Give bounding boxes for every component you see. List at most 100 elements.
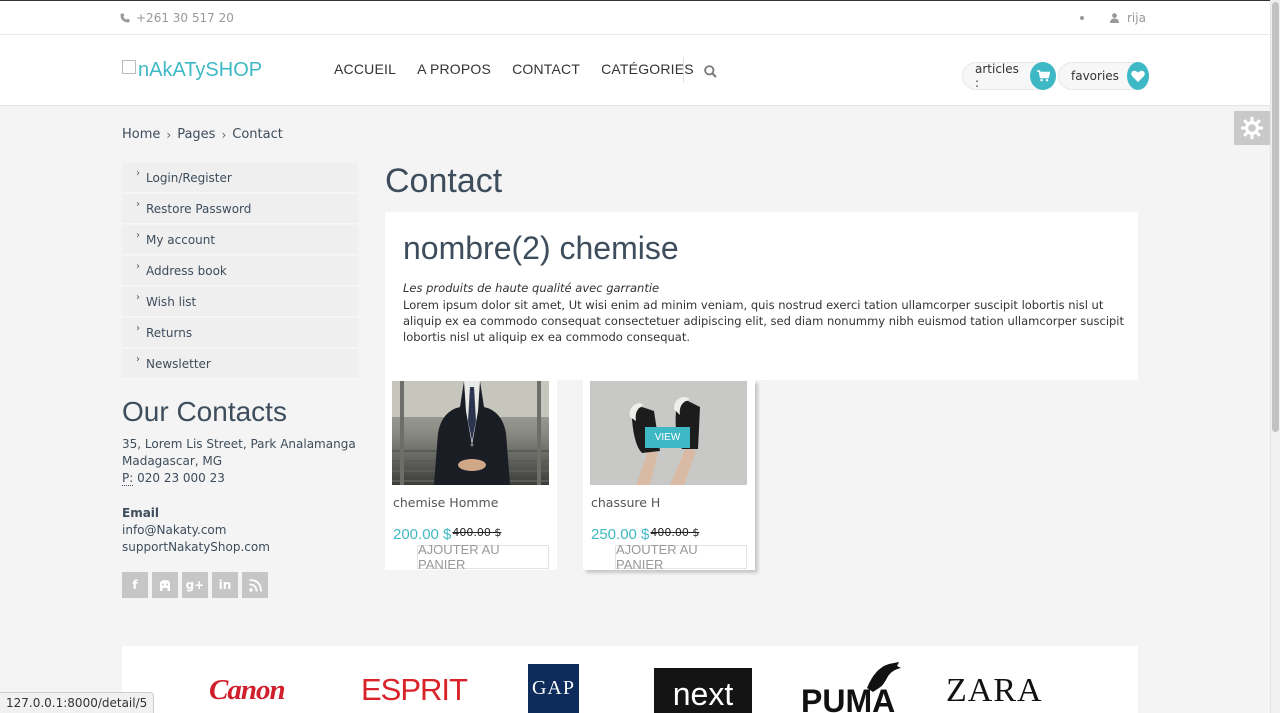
- current-price: 200.00 $: [393, 526, 452, 543]
- category-tagline: Les produits de haute qualité avec garra…: [403, 281, 660, 295]
- old-price: 400.00 $: [650, 526, 700, 539]
- add-to-cart-button[interactable]: AJOUTER AU PANIER: [615, 542, 747, 572]
- site-logo[interactable]: nAkATySHOP: [122, 59, 262, 82]
- browser-status-url: 127.0.0.1:8000/detail/5: [0, 692, 155, 713]
- user-icon: [1110, 13, 1119, 23]
- breadcrumb-current: Contact: [232, 127, 283, 142]
- settings-panel-toggle[interactable]: [1234, 111, 1270, 145]
- brand-logo-esprit[interactable]: ESPRIT: [361, 672, 468, 708]
- sidebar-item-address-book[interactable]: › Address book: [122, 256, 358, 286]
- broken-image-icon: [122, 59, 136, 74]
- sidebar-item-label: Restore Password: [146, 201, 252, 216]
- sidebar-item-restore-password[interactable]: › Restore Password: [122, 194, 358, 224]
- scrollbar-thumb[interactable]: [1272, 2, 1279, 432]
- phone-line: P: 020 23 000 23: [122, 470, 356, 487]
- contacts-heading: Our Contacts: [122, 396, 287, 427]
- cart-icon: [1036, 70, 1050, 82]
- chevron-right-icon: ›: [221, 127, 227, 142]
- nav-accueil[interactable]: ACCUEIL: [334, 61, 396, 77]
- brand-logo-puma[interactable]: PUMA: [801, 662, 905, 713]
- social-links: f g+ in: [122, 572, 268, 598]
- sidebar-item-label: Newsletter: [146, 356, 211, 371]
- sidebar-item-label: Wish list: [146, 294, 197, 309]
- chevron-right-icon: ›: [136, 292, 140, 303]
- sidebar-item-label: My account: [146, 232, 216, 247]
- linkedin-icon[interactable]: in: [212, 572, 238, 598]
- old-price: 400.00 $: [452, 526, 502, 539]
- product-card[interactable]: chemise Homme 200.00 $ 400.00 $ AJOUTER …: [385, 380, 557, 572]
- chevron-right-icon: ›: [136, 168, 140, 179]
- main-nav: ACCUEIL A PROPOS CONTACT CATÉGORIES: [334, 61, 715, 77]
- view-badge-button[interactable]: VIEW: [645, 427, 690, 448]
- brand-logo-gap[interactable]: GAP: [528, 664, 579, 713]
- logo-alt-text[interactable]: nAkATySHOP: [138, 59, 262, 82]
- favorites-button[interactable]: favories: [1058, 62, 1149, 90]
- favorites-label: favories: [1071, 69, 1119, 83]
- puma-wordmark: PUMA: [801, 683, 895, 713]
- product-image-suit[interactable]: [392, 381, 549, 485]
- phone-icon: [120, 13, 130, 23]
- username[interactable]: rija: [1127, 11, 1146, 25]
- sidebar-item-login[interactable]: › Login/Register: [122, 163, 358, 193]
- breadcrumb: Home › Pages › Contact: [122, 127, 283, 142]
- main-header: nAkATySHOP ACCUEIL A PROPOS CONTACT CATÉ…: [0, 35, 1270, 106]
- cart-button[interactable]: articles :: [962, 62, 1056, 90]
- facebook-icon[interactable]: f: [122, 572, 148, 598]
- address-line-1: 35, Lorem Lis Street, Park Analamanga: [122, 437, 356, 451]
- email-info[interactable]: info@Nakaty.com: [122, 522, 270, 539]
- chevron-right-icon: ›: [136, 199, 140, 210]
- sidebar-item-label: Returns: [146, 325, 193, 340]
- search-icon[interactable]: [704, 65, 717, 78]
- nav-a-propos[interactable]: A PROPOS: [417, 61, 491, 77]
- nav-categories[interactable]: CATÉGORIES: [601, 61, 694, 77]
- sidebar-item-newsletter[interactable]: › Newsletter: [122, 349, 358, 379]
- category-panel: nombre(2) chemise Les produits de haute …: [385, 212, 1138, 380]
- phone-abbr: P:: [122, 471, 134, 486]
- product-name[interactable]: chassure H: [591, 495, 660, 510]
- phone-number: +261 30 517 20: [136, 11, 234, 25]
- page-scrollbar[interactable]: [1270, 0, 1280, 713]
- breadcrumb-pages[interactable]: Pages: [177, 127, 215, 142]
- breadcrumb-home[interactable]: Home: [122, 127, 160, 142]
- category-description: Lorem ipsum dolor sit amet, Ut wisi enim…: [403, 298, 1125, 344]
- sidebar-item-returns[interactable]: › Returns: [122, 318, 358, 348]
- heart-icon: [1131, 70, 1145, 82]
- heart-icon-circle: [1126, 62, 1149, 90]
- product-card[interactable]: VIEW chassure H 250.00 $ 400.00 $ AJOUTE…: [583, 380, 755, 572]
- product-price: 200.00 $ 400.00 $: [393, 526, 501, 543]
- sidebar-item-my-account[interactable]: › My account: [122, 225, 358, 255]
- cart-icon-circle: [1030, 62, 1056, 90]
- category-heading: nombre(2) chemise: [403, 230, 679, 266]
- product-price: 250.00 $ 400.00 $: [591, 526, 699, 543]
- gear-icon: [1241, 117, 1263, 139]
- brand-logo-zara[interactable]: ZARA: [946, 672, 1043, 710]
- google-plus-icon[interactable]: g+: [182, 572, 208, 598]
- bullet-dot: [1080, 16, 1084, 20]
- nav-divider: [683, 57, 684, 83]
- phone-info: +261 30 517 20: [120, 11, 234, 25]
- contact-phone: 020 23 000 23: [137, 471, 225, 485]
- chevron-right-icon: ›: [136, 230, 140, 241]
- address-line-2: Madagascar, MG: [122, 454, 223, 468]
- email-support[interactable]: supportNakatyShop.com: [122, 539, 270, 556]
- rss-icon[interactable]: [242, 572, 268, 598]
- sidebar-item-label: Address book: [146, 263, 227, 278]
- top-bar: +261 30 517 20 rija: [0, 0, 1270, 35]
- page-title: Contact: [385, 162, 503, 200]
- cart-label: articles :: [975, 62, 1019, 90]
- product-image-sneakers[interactable]: VIEW: [590, 381, 747, 485]
- product-name[interactable]: chemise Homme: [393, 495, 498, 510]
- brand-logo-canon[interactable]: Canon: [209, 674, 286, 707]
- add-to-cart-button[interactable]: AJOUTER AU PANIER: [417, 542, 549, 572]
- email-label: Email: [122, 506, 160, 520]
- sidebar-item-label: Login/Register: [146, 170, 232, 185]
- nav-contact[interactable]: CONTACT: [512, 61, 580, 77]
- sidebar-item-wish-list[interactable]: › Wish list: [122, 287, 358, 317]
- brand-logo-next[interactable]: next: [654, 668, 752, 713]
- account-sidebar: › Login/Register › Restore Password › My ac…: [122, 163, 358, 380]
- github-icon[interactable]: [152, 572, 178, 598]
- chevron-right-icon: ›: [136, 323, 140, 334]
- contact-email: Email info@Nakaty.com supportNakatyShop.…: [122, 505, 270, 556]
- chevron-right-icon: ›: [136, 354, 140, 365]
- user-menu[interactable]: rija: [1080, 11, 1146, 25]
